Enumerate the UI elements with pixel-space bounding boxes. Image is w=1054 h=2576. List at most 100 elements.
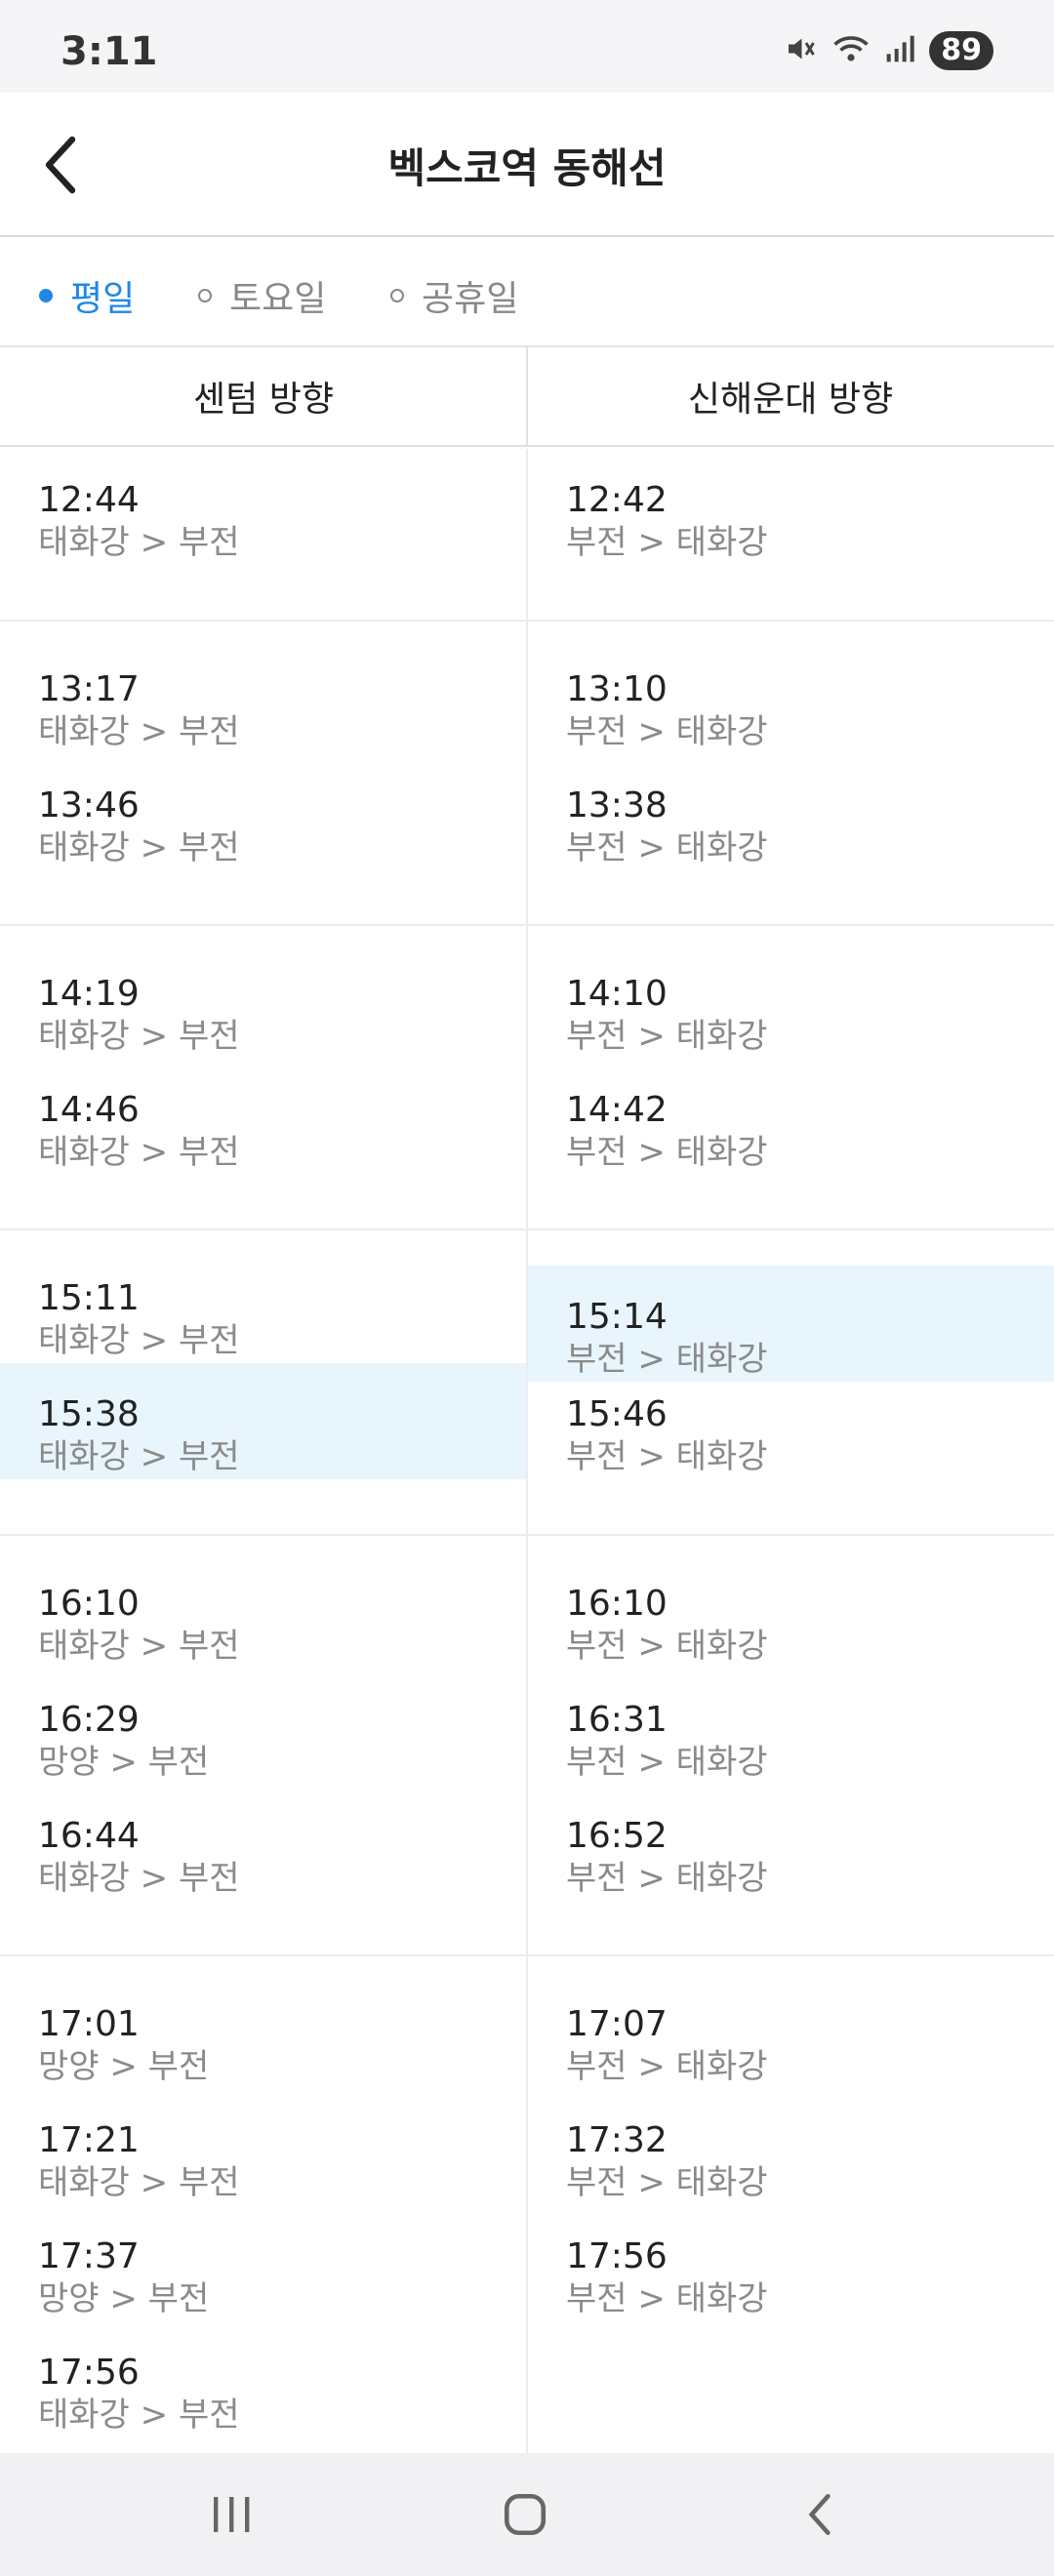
route-label: 망양 > 부전 [38, 1743, 210, 1782]
tab-holiday[interactable]: 공휴일 [390, 270, 518, 321]
route-label: 부전 > 태화강 [566, 523, 768, 562]
right-train-entry[interactable]: 14:10 부전 > 태화강 [528, 943, 1054, 1059]
route-label: 부전 > 태화강 [566, 2163, 768, 2202]
left-train-entry[interactable]: 17:21 태화강 > 부전 [0, 2089, 527, 2205]
route-label: 부전 > 태화강 [566, 1133, 768, 1172]
departure-time: 15:11 [38, 1278, 140, 1318]
departure-time: 17:56 [38, 2353, 140, 2393]
direction-headers: 센텀 방향 신해운대 방향 [0, 347, 1054, 447]
route-label: 태화강 > 부전 [38, 1437, 240, 1476]
nav-back-button[interactable] [771, 2480, 869, 2549]
departure-time: 14:10 [566, 974, 668, 1014]
recent-apps-icon [214, 2497, 250, 2532]
status-icons: 89 [783, 31, 993, 70]
departure-time: 17:32 [566, 2120, 668, 2160]
left-train-entry[interactable]: 17:37 망양 > 부전 [0, 2205, 527, 2321]
right-train-entry[interactable]: 12:42 부전 > 태화강 [528, 449, 1054, 565]
tab-label: 공휴일 [422, 279, 519, 319]
departure-time: 16:44 [38, 1816, 140, 1856]
right-train-entry[interactable]: 17:32 부전 > 태화강 [528, 2089, 1054, 2205]
radio-dot-icon [39, 289, 53, 302]
departure-time: 13:10 [566, 669, 668, 709]
right-train-entry[interactable]: 17:56 부전 > 태화강 [528, 2205, 1054, 2321]
day-tabs: 평일 토요일 공휴일 [0, 237, 1054, 347]
departure-time: 17:56 [566, 2236, 668, 2276]
route-label: 망양 > 부전 [38, 2279, 210, 2318]
route-label: 부전 > 태화강 [566, 828, 768, 867]
route-label: 태화강 > 부전 [38, 523, 240, 562]
departure-time: 16:10 [38, 1584, 140, 1624]
left-train-entry[interactable]: 16:10 태화강 > 부전 [0, 1552, 527, 1669]
column-divider [526, 449, 528, 2453]
tab-saturday[interactable]: 토요일 [198, 270, 326, 321]
departure-time: 13:17 [38, 669, 140, 709]
departure-time: 17:07 [566, 2004, 668, 2044]
left-train-entry[interactable]: 15:11 태화강 > 부전 [0, 1247, 527, 1363]
system-nav-bar [0, 2453, 1054, 2576]
route-label: 망양 > 부전 [38, 2047, 210, 2086]
departure-time: 15:14 [566, 1297, 668, 1337]
home-button[interactable] [476, 2480, 574, 2549]
page-title: 벡스코역 동해선 [387, 144, 667, 192]
tab-weekday[interactable]: 평일 [39, 270, 135, 321]
mute-icon [783, 31, 818, 70]
right-train-entry[interactable]: 13:38 부전 > 태화강 [528, 754, 1054, 870]
left-train-entry[interactable]: 17:56 태화강 > 부전 [0, 2321, 527, 2437]
timetable[interactable]: · · · · · · · · · · 12:44태화강 > 부전13:17태화… [0, 449, 1054, 2453]
route-label: 부전 > 태화강 [566, 1437, 768, 1476]
left-train-entry[interactable]: 16:29 망양 > 부전 [0, 1669, 527, 1785]
route-label: 부전 > 태화강 [566, 2047, 768, 2086]
departure-time: 12:44 [38, 480, 140, 520]
route-label: 태화강 > 부전 [38, 1321, 240, 1360]
departure-time: 13:46 [38, 785, 140, 825]
recent-apps-button[interactable] [182, 2480, 280, 2549]
left-train-entry[interactable]: 12:44 태화강 > 부전 [0, 449, 527, 565]
route-label: 태화강 > 부전 [38, 2395, 240, 2435]
departure-time: 17:01 [38, 2004, 140, 2044]
departure-time: 16:10 [566, 1584, 668, 1624]
left-train-entry[interactable]: 13:17 태화강 > 부전 [0, 638, 527, 754]
app-header: 벡스코역 동해선 [0, 93, 1054, 237]
departure-time: 17:21 [38, 2120, 140, 2160]
direction-header-centum: 센텀 방향 [193, 380, 334, 420]
route-label: 태화강 > 부전 [38, 1627, 240, 1666]
left-train-entry[interactable]: 13:46 태화강 > 부전 [0, 754, 527, 870]
departure-time: 16:29 [38, 1700, 140, 1740]
left-train-entry[interactable]: 14:19 태화강 > 부전 [0, 943, 527, 1059]
radio-dot-icon [198, 289, 212, 302]
departure-time: 14:42 [566, 1090, 668, 1130]
right-train-entry[interactable]: 14:42 부전 > 태화강 [528, 1059, 1054, 1175]
departure-time: 17:37 [38, 2236, 140, 2276]
right-train-entry[interactable]: 16:52 부전 > 태화강 [528, 1785, 1054, 1901]
departure-time: 14:19 [38, 974, 140, 1014]
departure-time: 13:38 [566, 785, 668, 825]
radio-dot-icon [390, 289, 404, 302]
left-train-entry[interactable]: 15:38 태화강 > 부전 [0, 1363, 527, 1479]
left-train-entry[interactable]: 14:46 태화강 > 부전 [0, 1059, 527, 1175]
route-label: 부전 > 태화강 [566, 1859, 768, 1898]
right-train-entry[interactable]: 16:31 부전 > 태화강 [528, 1669, 1054, 1785]
left-train-entry[interactable]: 16:44 태화강 > 부전 [0, 1785, 527, 1901]
direction-header-shinhaeundae: 신해운대 방향 [687, 380, 894, 420]
status-bar: 3:11 89 [0, 0, 1054, 93]
route-label: 부전 > 태화강 [566, 1017, 768, 1056]
right-train-entry[interactable]: 13:10 부전 > 태화강 [528, 638, 1054, 754]
right-train-entry[interactable]: 15:46 부전 > 태화강 [528, 1363, 1054, 1479]
route-label: 부전 > 태화강 [566, 2279, 768, 2318]
battery-indicator: 89 [929, 31, 993, 70]
departure-time: 14:46 [38, 1090, 140, 1130]
right-train-entry[interactable]: 16:10 부전 > 태화강 [528, 1552, 1054, 1669]
tab-label: 평일 [70, 279, 136, 319]
route-label: 부전 > 태화강 [566, 1743, 768, 1782]
departure-time: 15:38 [38, 1394, 140, 1434]
route-label: 태화강 > 부전 [38, 1017, 240, 1056]
left-train-entry[interactable]: 17:01 망양 > 부전 [0, 1973, 527, 2089]
departure-time: 12:42 [566, 480, 668, 520]
route-label: 태화강 > 부전 [38, 828, 240, 867]
route-label: 태화강 > 부전 [38, 1133, 240, 1172]
right-train-entry[interactable]: 17:07 부전 > 태화강 [528, 1973, 1054, 2089]
route-label: 부전 > 태화강 [566, 1627, 768, 1666]
departure-time: 15:46 [566, 1394, 668, 1434]
home-icon [504, 2493, 547, 2536]
departure-time: 16:52 [566, 1816, 668, 1856]
